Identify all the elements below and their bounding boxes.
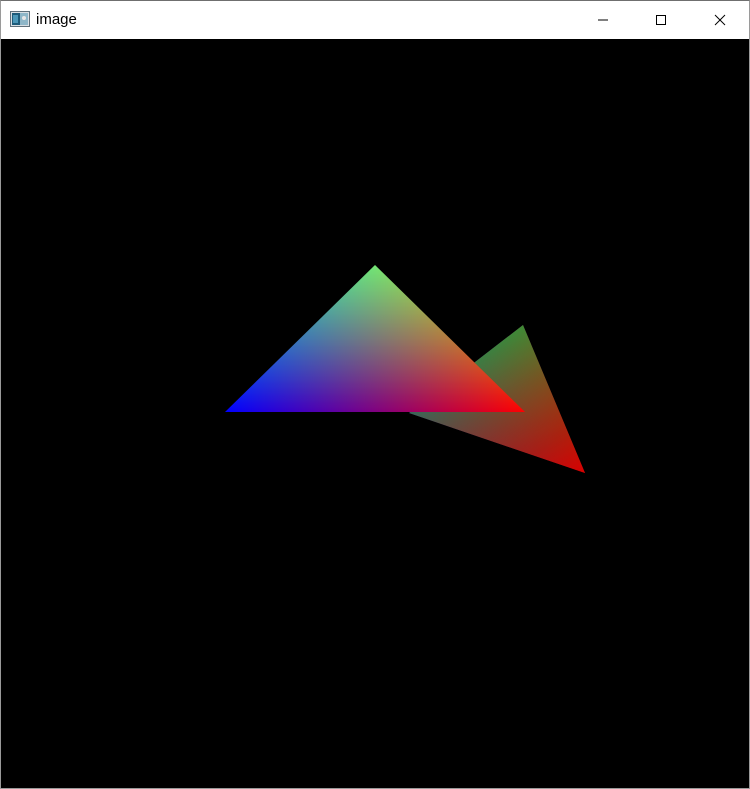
maximize-icon <box>656 15 666 25</box>
image-window: image <box>0 0 750 789</box>
close-icon <box>714 14 726 26</box>
image-viewer-icon[interactable] <box>10 11 30 27</box>
minimize-icon <box>598 19 608 21</box>
maximize-button[interactable] <box>632 1 690 39</box>
title-bar[interactable]: image <box>1 1 749 40</box>
minimize-button[interactable] <box>574 1 632 39</box>
window-title: image <box>36 11 77 28</box>
render-canvas <box>1 39 749 788</box>
rendered-scene <box>225 265 585 473</box>
front-triangle <box>225 265 525 412</box>
close-button[interactable] <box>691 1 749 39</box>
